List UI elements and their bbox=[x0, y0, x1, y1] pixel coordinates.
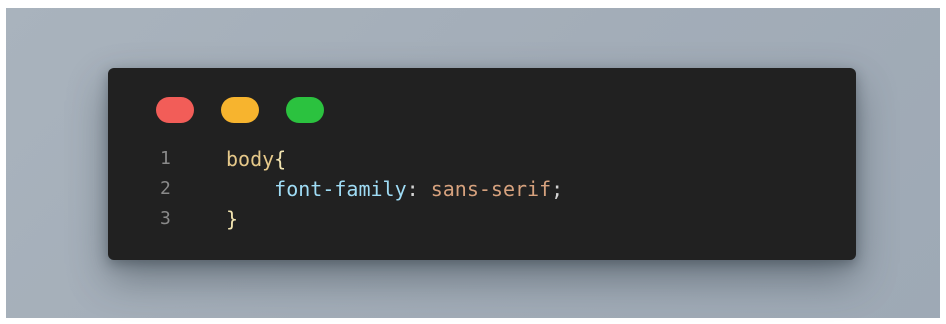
line-number: 3 bbox=[160, 208, 171, 229]
close-window-button[interactable] bbox=[156, 97, 194, 123]
line-content: body{ bbox=[226, 144, 286, 174]
css-value: sans-serif bbox=[430, 177, 552, 201]
semicolon: ; bbox=[551, 177, 564, 201]
line-content: font-family: sans-serif; bbox=[226, 174, 563, 204]
maximize-window-button[interactable] bbox=[286, 97, 324, 123]
code-line: 1 body{ bbox=[108, 144, 856, 174]
code-line: 2 font-family: sans-serif; bbox=[108, 174, 856, 204]
line-content: } bbox=[226, 204, 238, 234]
css-selector: body bbox=[226, 147, 275, 171]
line-number: 2 bbox=[160, 178, 171, 199]
code-block[interactable]: 1 body{ 2 font-family: sans-serif; 3 } bbox=[108, 144, 856, 234]
close-brace: } bbox=[226, 207, 239, 231]
minimize-window-button[interactable] bbox=[221, 97, 259, 123]
code-editor-window: 1 body{ 2 font-family: sans-serif; 3 } bbox=[108, 68, 856, 260]
colon: : bbox=[406, 177, 419, 201]
css-property: font-family bbox=[274, 177, 407, 201]
open-brace: { bbox=[274, 147, 287, 171]
line-number: 1 bbox=[160, 148, 171, 169]
code-line: 3 } bbox=[108, 204, 856, 234]
